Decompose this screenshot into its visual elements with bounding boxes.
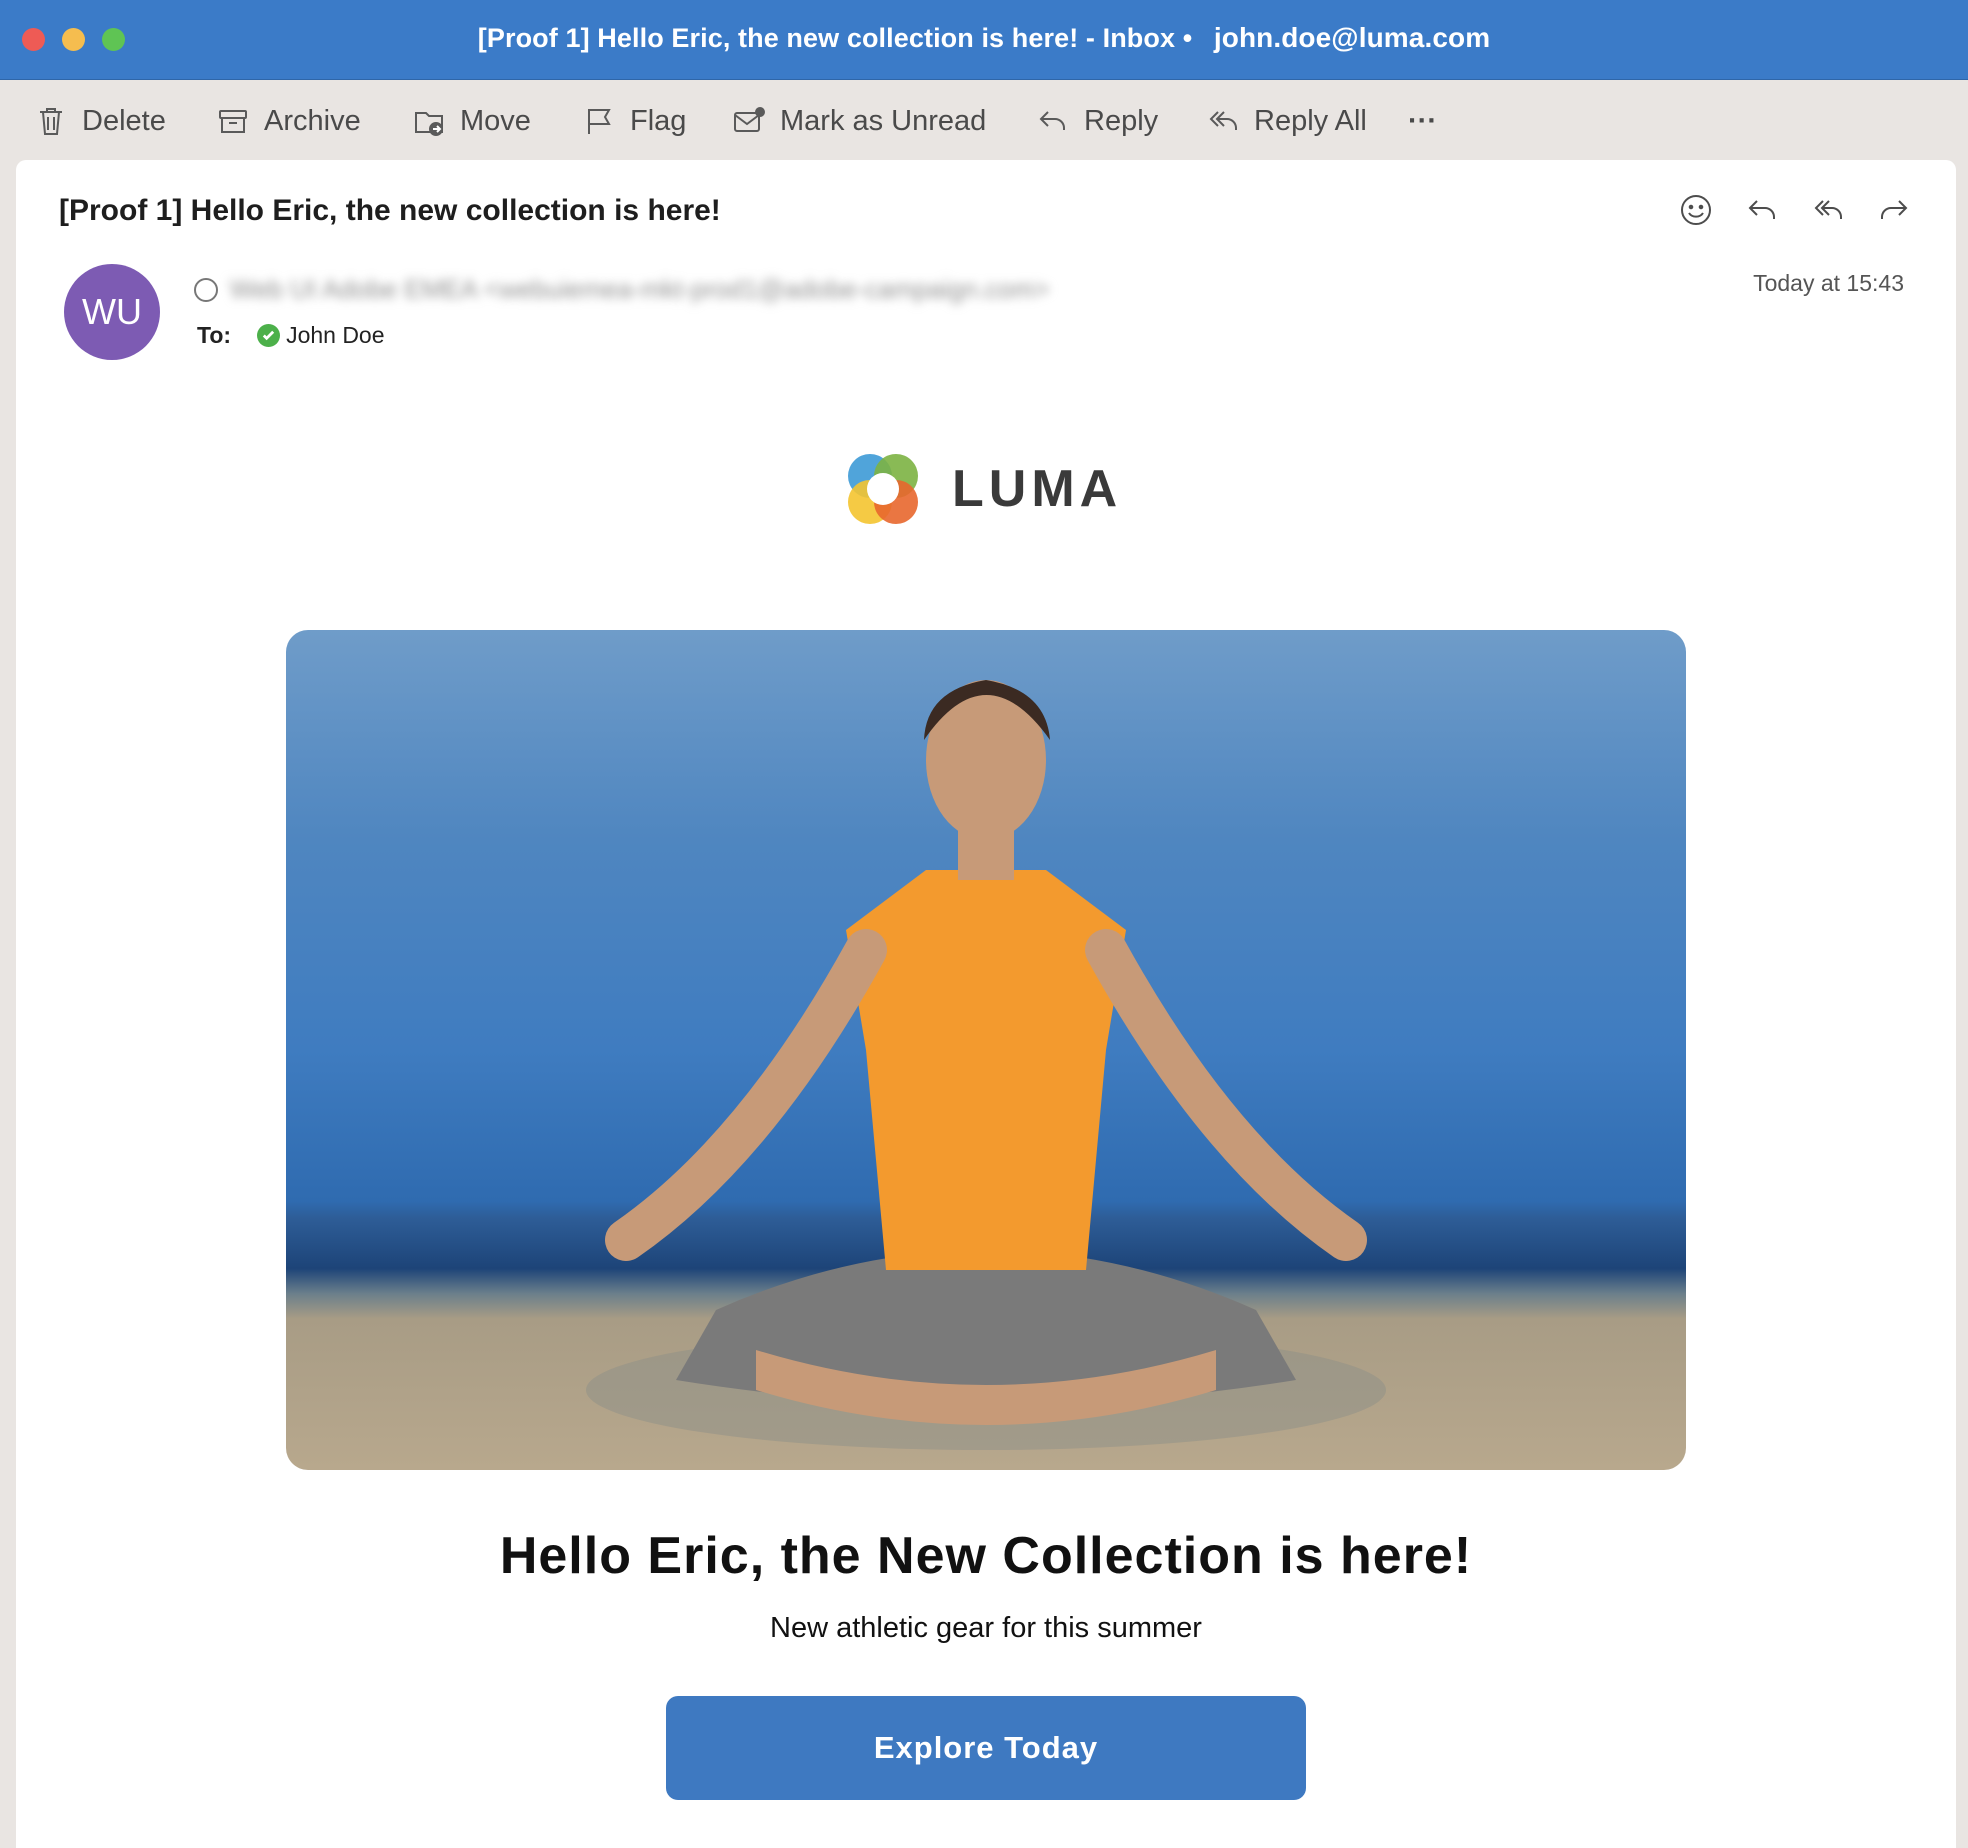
more-icon: ··· <box>1408 104 1437 137</box>
sender-address[interactable]: Web UI Adobe EMEA <webuiemea-mkt-prod1@a… <box>230 274 1049 305</box>
flag-button[interactable]: Flag <box>582 98 686 144</box>
reply-icon <box>1039 111 1065 130</box>
hero-image <box>286 630 1686 1470</box>
reply-button[interactable]: Reply <box>1036 98 1158 144</box>
reply-icon[interactable] <box>1744 192 1780 228</box>
archive-button[interactable]: Archive <box>216 98 361 144</box>
avatar: WU <box>64 264 160 360</box>
move-folder-icon <box>415 112 443 136</box>
message-view: [Proof 1] Hello Eric, the new collection… <box>16 160 1956 1848</box>
forward-icon[interactable] <box>1876 192 1912 228</box>
sender-row: Web UI Adobe EMEA <webuiemea-mkt-prod1@a… <box>194 274 1049 305</box>
mark-unread-button[interactable]: Mark as Unread <box>732 98 986 144</box>
mark-unread-label: Mark as Unread <box>780 104 987 137</box>
window-title: [Proof 1] Hello Eric, the new collection… <box>0 22 1968 54</box>
move-label: Move <box>460 104 531 137</box>
luma-logo-text: LUMA <box>952 460 1123 518</box>
mail-window: [Proof 1] Hello Eric, the new collection… <box>0 0 1968 1848</box>
emoji-icon[interactable] <box>1678 192 1714 228</box>
window-title-text: [Proof 1] Hello Eric, the new collection… <box>477 23 1193 53</box>
unread-indicator-icon[interactable] <box>194 277 218 302</box>
luma-logo: LUMA <box>838 444 1122 534</box>
flag-icon <box>588 109 611 134</box>
delete-label: Delete <box>82 104 166 137</box>
message-timestamp: Today at 15:43 <box>1753 270 1904 296</box>
recipient-row: To: John Doe <box>197 322 385 349</box>
email-subheadline: New athletic gear for this summer <box>770 1612 1202 1644</box>
explore-today-button[interactable]: Explore Today <box>666 1696 1306 1800</box>
title-bar: [Proof 1] Hello Eric, the new collection… <box>0 0 1968 80</box>
luma-logo-mark-icon <box>848 454 918 524</box>
archive-icon <box>219 110 247 133</box>
mail-unread-icon <box>734 107 765 132</box>
reply-all-icon <box>1209 111 1237 130</box>
window-account: john.doe@luma.com <box>1213 22 1491 53</box>
reply-label: Reply <box>1084 104 1159 137</box>
more-button[interactable]: ··· <box>1408 98 1437 144</box>
trash-icon <box>40 108 62 135</box>
move-button[interactable]: Move <box>412 98 531 144</box>
recipient-name[interactable]: John Doe <box>286 322 384 349</box>
reply-all-label: Reply All <box>1254 104 1367 137</box>
delete-button[interactable]: Delete <box>34 98 166 144</box>
toolbar: Delete Archive Move Flag Mark as Unread … <box>0 80 1968 162</box>
message-subject: [Proof 1] Hello Eric, the new collection… <box>59 194 721 227</box>
reply-all-icon[interactable] <box>1810 192 1846 228</box>
email-headline: Hello Eric, the New Collection is here! <box>499 1527 1473 1585</box>
to-label: To: <box>197 322 232 348</box>
flag-label: Flag <box>630 104 687 137</box>
reply-all-button[interactable]: Reply All <box>1206 98 1367 144</box>
check-icon <box>257 324 281 347</box>
message-actions <box>1678 192 1912 228</box>
archive-label: Archive <box>264 104 361 137</box>
